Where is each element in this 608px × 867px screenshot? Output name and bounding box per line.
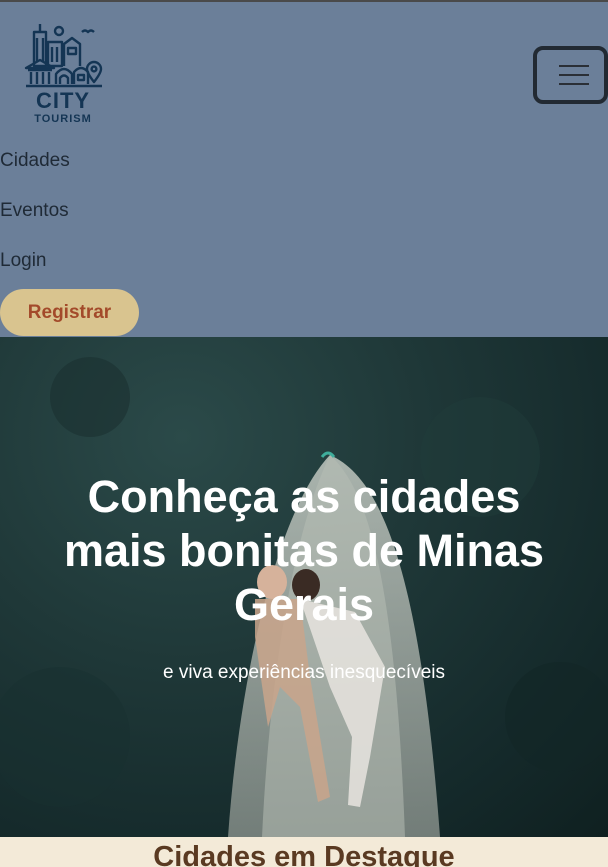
menu-toggle-button[interactable] <box>533 46 608 104</box>
logo-city-text: CITY <box>35 88 91 113</box>
nav-item-cidades: Cidades <box>0 148 70 198</box>
featured-cities-heading: Cidades em Destaque <box>153 841 455 867</box>
city-tourism-logo[interactable]: CITY TOURISM <box>22 22 104 128</box>
hero-title: Conheça as cidades mais bonitas de Minas… <box>63 471 545 630</box>
nav-item-eventos: Eventos <box>0 198 70 248</box>
nav-link-login[interactable]: Login <box>0 248 47 274</box>
logo-tourism-text: TOURISM <box>34 113 92 125</box>
register-button[interactable]: Registrar <box>0 289 139 336</box>
hero-section: Conheça as cidades mais bonitas de Minas… <box>0 337 608 837</box>
city-skyline-icon <box>24 24 103 88</box>
navbar: CITY TOURISM Cidades Eventos Login Regis… <box>0 2 608 337</box>
nav-link-eventos[interactable]: Eventos <box>0 198 69 224</box>
nav-link-cidades[interactable]: Cidades <box>0 148 70 174</box>
nav-menu: Cidades Eventos Login <box>0 148 70 298</box>
hero-subtitle: e viva experiências inesquecíveis <box>163 662 445 683</box>
